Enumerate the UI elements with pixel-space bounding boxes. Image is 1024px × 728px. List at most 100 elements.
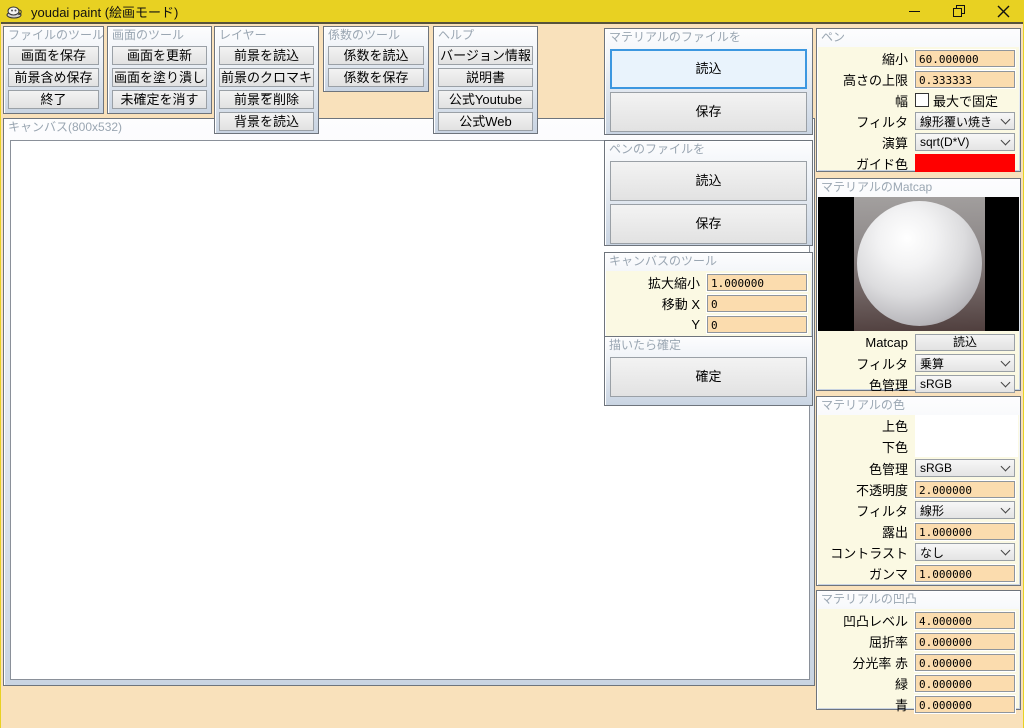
matcap-load-button[interactable]: 読込	[915, 333, 1015, 351]
canvas-tools-panel: キャンバスのツール 拡大縮小 1.000000 移動 X 0 Y 0	[604, 252, 813, 340]
matcap-filter-value: 乗算	[920, 356, 945, 371]
pen-width-fixed-label: 最大で固定	[933, 93, 999, 109]
pen-height-limit-input[interactable]: 0.333333	[915, 70, 1015, 88]
window-title: youdai paint (絵画モード)	[31, 4, 179, 20]
exit-button[interactable]: 終了	[8, 90, 99, 109]
color-management-select[interactable]: sRGB	[915, 459, 1015, 477]
bottom-color-swatch[interactable]	[915, 436, 1018, 457]
delete-foreground-button[interactable]: 前景を削除	[219, 90, 314, 109]
chevron-down-icon	[1000, 356, 1011, 367]
color-filter-select[interactable]: 線形	[915, 501, 1015, 519]
pen-shrink-label: 縮小	[881, 51, 908, 67]
pen-height-limit-label: 高さの上限	[842, 72, 908, 88]
pen-load-button[interactable]: 読込	[610, 161, 807, 201]
material-color-panel: マテリアルの色 上色 下色 色管理 sRGB 不透明度 2.000000 フィル…	[816, 396, 1021, 586]
contrast-value: なし	[920, 545, 945, 560]
pen-width-fixed-checkbox[interactable]	[915, 93, 929, 107]
screen-tools-panel: 画面のツール 画面を更新 画面を塗り潰し 未確定を消す	[107, 26, 212, 114]
material-save-button[interactable]: 保存	[610, 92, 807, 132]
pen-operation-label: 演算	[881, 135, 908, 151]
chevron-down-icon	[1000, 377, 1011, 388]
matcap-label: Matcap	[865, 334, 908, 350]
canvas-scale-input[interactable]: 1.000000	[707, 273, 807, 291]
pen-operation-select[interactable]: sqrt(D*V)	[915, 133, 1015, 151]
close-button[interactable]	[981, 0, 1023, 22]
top-color-label: 上色	[881, 419, 908, 434]
load-coefficients-button[interactable]: 係数を読込	[328, 46, 424, 65]
foreground-chromakey-button[interactable]: 前景のクロマキー	[219, 68, 314, 102]
chevron-down-icon	[1000, 135, 1011, 146]
minimize-button[interactable]	[893, 0, 937, 22]
pen-guide-color-label: ガイド色	[855, 156, 908, 172]
canvas-move-y-label: Y	[691, 316, 700, 332]
chevron-down-icon	[1000, 545, 1011, 556]
layer-title: レイヤー	[219, 28, 267, 42]
matcap-preview-image	[818, 197, 1019, 331]
spectral-green-label: 緑	[894, 676, 908, 692]
restore-button[interactable]	[937, 0, 981, 22]
erase-unconfirmed-button[interactable]: 未確定を消す	[112, 90, 207, 109]
matcap-gradient-background	[854, 197, 985, 331]
color-filter-value: 線形	[920, 503, 945, 518]
confirm-panel: 描いたら確定 確定	[604, 336, 813, 406]
titlebar-divider	[1, 22, 1023, 24]
canvas-move-x-input[interactable]: 0	[707, 294, 807, 312]
save-coefficients-button[interactable]: 係数を保存	[328, 68, 424, 87]
chevron-down-icon	[1000, 503, 1011, 514]
bump-level-input[interactable]: 4.000000	[915, 611, 1015, 629]
load-foreground-button[interactable]: 前景を読込	[219, 46, 314, 65]
refraction-input[interactable]: 0.000000	[915, 632, 1015, 650]
opacity-input[interactable]: 2.000000	[915, 480, 1015, 498]
pen-width-label: 幅	[894, 93, 908, 109]
pen-guide-color-swatch[interactable]	[915, 154, 1015, 172]
matcap-filter-select[interactable]: 乗算	[915, 354, 1015, 372]
bump-level-label: 凹凸レベル	[842, 613, 908, 629]
pen-operation-value: sqrt(D*V)	[920, 135, 970, 149]
bottom-color-label: 下色	[881, 440, 908, 455]
confirm-title: 描いたら確定	[609, 338, 682, 352]
fill-screen-button[interactable]: 画面を塗り潰し	[112, 68, 207, 87]
pen-save-button[interactable]: 保存	[610, 204, 807, 244]
gamma-label: ガンマ	[868, 566, 908, 582]
matcap-color-management-value: sRGB	[920, 377, 953, 391]
pen-filter-select[interactable]: 線形覆い焼き	[915, 112, 1015, 130]
refresh-screen-button[interactable]: 画面を更新	[112, 46, 207, 65]
canvas-move-y-input[interactable]: 0	[707, 315, 807, 333]
material-bump-panel: マテリアルの凹凸 凹凸レベル 4.000000 屈折率 0.000000 分光率…	[816, 590, 1021, 713]
pen-file-panel: ペンのファイルを 読込 保存	[604, 140, 813, 246]
matcap-filter-label: フィルタ	[856, 356, 908, 372]
exposure-label: 露出	[881, 524, 908, 540]
confirm-button[interactable]: 確定	[610, 357, 807, 397]
top-color-swatch[interactable]	[915, 415, 1018, 436]
file-tools-title: ファイルのツール	[8, 28, 103, 42]
title-bar: youdai paint (絵画モード)	[1, 0, 1023, 22]
exposure-input[interactable]: 1.000000	[915, 522, 1015, 540]
load-background-button[interactable]: 背景を読込	[219, 112, 314, 131]
manual-button[interactable]: 説明書	[438, 68, 533, 87]
app-icon	[6, 4, 23, 19]
file-tools-panel: ファイルのツール 画面を保存 前景含め保存 終了	[3, 26, 104, 114]
save-with-foreground-button[interactable]: 前景含め保存	[8, 68, 99, 87]
spectral-blue-label: 青	[894, 697, 908, 713]
save-screen-button[interactable]: 画面を保存	[8, 46, 99, 65]
app-window: youdai paint (絵画モード) キャンバス(800x532) ファイル…	[0, 0, 1024, 728]
version-info-button[interactable]: バージョン情報	[438, 46, 533, 65]
coefficient-tools-panel: 係数のツール 係数を読込 係数を保存	[323, 26, 429, 92]
contrast-select[interactable]: なし	[915, 543, 1015, 561]
screen-tools-title: 画面のツール	[112, 28, 185, 42]
spectral-green-input[interactable]: 0.000000	[915, 674, 1015, 692]
official-web-button[interactable]: 公式Web	[438, 112, 533, 131]
spectral-red-input[interactable]: 0.000000	[915, 653, 1015, 671]
matcap-color-management-select[interactable]: sRGB	[915, 375, 1015, 393]
matcap-panel: マテリアルのMatcap Matcap 読込 フィルタ 乗算 色管理 sRGB	[816, 178, 1021, 393]
material-load-button[interactable]: 読込	[610, 49, 807, 89]
color-management-label: 色管理	[868, 461, 908, 477]
spectral-blue-input[interactable]: 0.000000	[915, 695, 1015, 713]
official-youtube-button[interactable]: 公式Youtube	[438, 90, 533, 109]
contrast-label: コントラスト	[830, 545, 908, 561]
material-bump-title: マテリアルの凹凸	[821, 592, 917, 606]
pen-shrink-input[interactable]: 60.000000	[915, 49, 1015, 67]
pen-file-title: ペンのファイルを	[609, 142, 706, 156]
gamma-input[interactable]: 1.000000	[915, 564, 1015, 582]
canvas-scale-label: 拡大縮小	[647, 275, 700, 291]
